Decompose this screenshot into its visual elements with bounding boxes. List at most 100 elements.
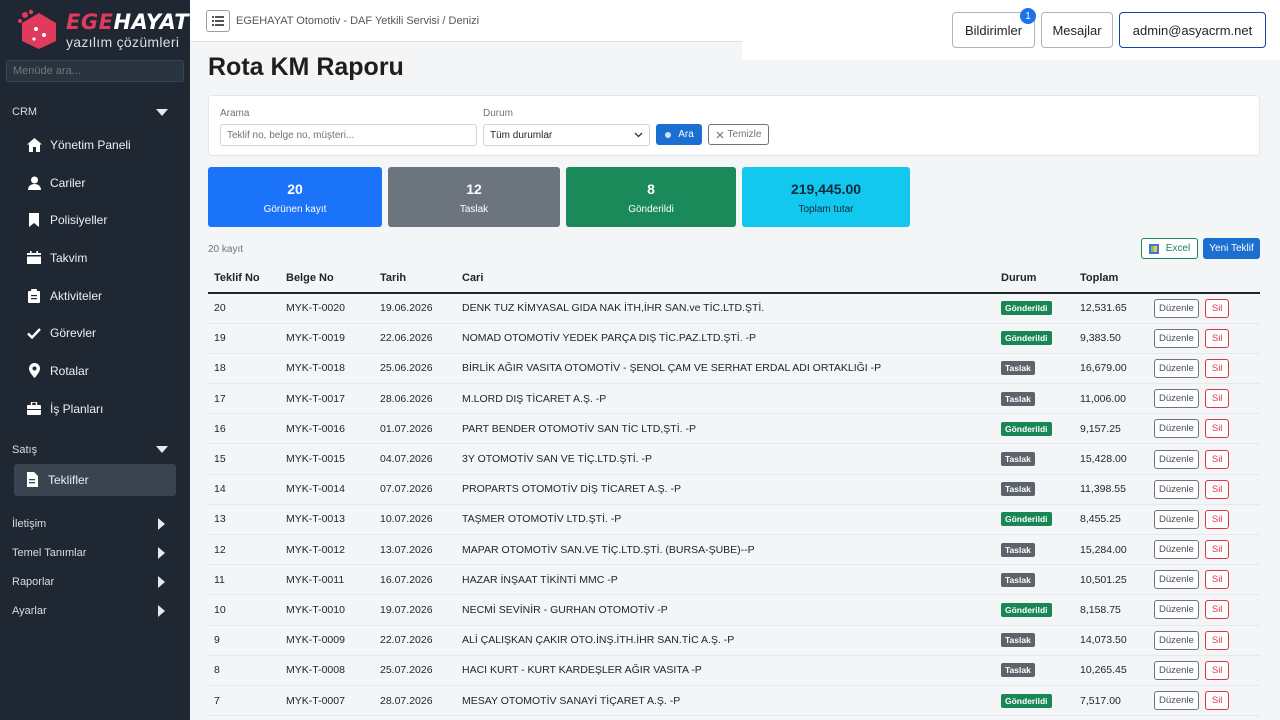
cell-actions: Düzenle Sil [1148,413,1260,445]
cell-durum: Gönderildi [995,594,1074,626]
section-crm[interactable]: CRM [0,98,190,126]
status-select[interactable]: Tüm durumlar [483,124,650,146]
edit-button[interactable]: Düzenle [1154,660,1199,680]
table-row[interactable]: 10 MYK-T-0010 19.07.2026 NECMİ SEVİNİR - GU… [208,594,1260,626]
delete-button[interactable]: Sil [1204,328,1230,348]
table-row[interactable]: 17 MYK-T-0017 28.06.2026 M.LORD DIŞ TİCARET… [208,383,1260,415]
delete-button[interactable]: Sil [1204,570,1230,590]
new-offer-button[interactable]: Yeni Teklif [1203,238,1260,259]
section-satis[interactable]: Satış [0,436,190,464]
delete-button[interactable]: Sil [1204,479,1230,499]
table-row[interactable]: 16 MYK-T-0016 01.07.2026 PART BENDER OTOMOT… [208,413,1260,445]
sidebar-item-1[interactable]: Yönetim Paneli [0,126,190,164]
user-menu-button[interactable]: admin@asyacrm.net [1119,12,1266,48]
section-ayarlar[interactable]: Ayarlar [0,597,190,625]
edit-button[interactable]: Düzenle [1154,328,1199,348]
section-iletisim[interactable]: İletişim [0,510,190,538]
cell-no: 13 [208,504,280,536]
sidebar-item-6[interactable]: Görevler [0,314,190,352]
table-row[interactable]: 13 MYK-T-0013 10.07.2026 TAŞMER OTOMOTİV LT… [208,504,1260,536]
record-count: 20 kayıt [208,244,244,255]
table-row[interactable]: 8 MYK-T-0008 25.07.2026 HACI KURT - KURT KA… [208,655,1260,686]
column-header[interactable]: Toplam [1074,264,1148,294]
menu-search-input[interactable] [6,60,184,82]
delete-button[interactable]: Sil [1204,449,1230,469]
delete-button[interactable]: Sil [1204,600,1230,620]
sidebar-item-3[interactable]: Polisiyeller [0,201,190,239]
edit-button[interactable]: Düzenle [1154,540,1199,560]
sidebar-item-8[interactable]: İş Planları [0,390,190,428]
table-row[interactable]: 20 MYK-T-0020 19.06.2026 DENK TUZ KİMYASAL … [208,293,1260,324]
status-badge: Taslak [1001,452,1035,467]
edit-button[interactable]: Düzenle [1154,691,1199,711]
column-header[interactable]: Teklif No [208,264,280,294]
sidebar-item-2[interactable]: Cariler [0,164,190,202]
search-button[interactable]: Ara [656,124,702,145]
logo-icon [16,9,62,51]
delete-button[interactable]: Sil [1204,358,1230,378]
messages-button[interactable]: Mesajlar [1041,12,1113,48]
edit-button[interactable]: Düzenle [1154,570,1199,590]
status-badge: Taslak [1001,572,1035,587]
delete-button[interactable]: Sil [1204,691,1230,711]
notifications-button[interactable]: Bildirimler 1 [952,8,1036,48]
cell-toplam: 7,517.00 [1074,685,1148,717]
table-row[interactable]: 19 MYK-T-0019 22.06.2026 NOMAD OTOMOTİV YED… [208,323,1260,354]
column-header[interactable]: Tarih [374,264,456,294]
stat-card-visible: 20 Görünen kayıt [208,167,382,227]
edit-button[interactable]: Düzenle [1154,600,1199,620]
clear-button[interactable]: Temizle [708,124,769,145]
brand-logo[interactable]: EGEHAYAT yazılım çözümleri [0,0,190,60]
table-row[interactable]: 7 MYK-T-0007 28.07.2026 MESAY OTOMOTİV SANA… [208,685,1260,717]
edit-button[interactable]: Düzenle [1154,630,1199,650]
topbar: EGEHAYAT Otomotiv - DAF Yetkili Servisi … [190,0,742,42]
cell-cari: NOMAD OTOMOTİV YEDEK PARÇA DIŞ TİC.PAZ.L… [456,323,995,354]
table-row[interactable]: 12 MYK-T-0012 13.07.2026 MAPAR OTOMOTİV SAN… [208,534,1260,566]
section-raporlar[interactable]: Raporlar [0,568,190,596]
edit-button[interactable]: Düzenle [1154,389,1199,409]
sidebar-item-teklifler[interactable]: Teklifler [14,463,176,496]
cell-no: 10 [208,594,280,626]
stat-value: 8 [647,181,655,197]
sidebar-item-5[interactable]: Aktiviteler [0,277,190,315]
stat-label: Taslak [459,204,489,215]
delete-button[interactable]: Sil [1204,630,1230,650]
cell-actions: Düzenle Sil [1148,594,1260,626]
cell-no: 8 [208,655,280,686]
delete-button[interactable]: Sil [1204,389,1230,409]
search-input[interactable]: Teklif no, belge no, müşteri... [220,124,477,146]
menu-toggle-button[interactable] [206,9,230,32]
column-header[interactable]: Cari [456,264,995,294]
stat-label: Görünen kayıt [263,204,327,215]
cell-durum: Taslak [995,383,1074,415]
sidebar-item-7[interactable]: Rotalar [0,352,190,390]
delete-button[interactable]: Sil [1204,660,1230,680]
column-header[interactable]: Belge No [280,264,374,294]
edit-button[interactable]: Düzenle [1154,358,1199,378]
sidebar-item-4[interactable]: Takvim [0,239,190,277]
delete-button[interactable]: Sil [1204,298,1230,318]
stat-card-sent: 8 Gönderildi [566,167,736,227]
table-row[interactable]: 11 MYK-T-0011 16.07.2026 HAZAR İNŞAAT TİKİN… [208,564,1260,596]
table-row[interactable]: 9 MYK-T-0009 22.07.2026 ALİ ÇALIŞKAN ÇAKIR … [208,625,1260,656]
table-row[interactable]: 18 MYK-T-0018 25.06.2026 BİRLİK AĞIR VASITA… [208,353,1260,385]
column-header [1148,264,1260,294]
cell-cari: 3Y OTOMOTİV SAN VE TİÇ.LTD.ŞTİ. -P [456,443,995,475]
edit-button[interactable]: Düzenle [1154,449,1199,469]
delete-button[interactable]: Sil [1204,419,1230,439]
table-row[interactable]: 15 MYK-T-0015 04.07.2026 3Y OTOMOTİV SAN VE… [208,443,1260,475]
cell-toplam: 10,265.45 [1074,655,1148,686]
status-badge: Taslak [1001,361,1035,376]
cell-belge: MYK-T-0010 [280,594,374,626]
edit-button[interactable]: Düzenle [1154,419,1199,439]
edit-button[interactable]: Düzenle [1154,509,1199,529]
cell-durum: Taslak [995,534,1074,566]
excel-export-button[interactable]: Excel [1141,238,1198,259]
column-header[interactable]: Durum [995,264,1074,294]
delete-button[interactable]: Sil [1204,540,1230,560]
edit-button[interactable]: Düzenle [1154,298,1199,318]
edit-button[interactable]: Düzenle [1154,479,1199,499]
section-temel-tanimlar[interactable]: Temel Tanımlar [0,539,190,567]
delete-button[interactable]: Sil [1204,509,1230,529]
table-row[interactable]: 14 MYK-T-0014 07.07.2026 PROPARTS OTOMOTİV … [208,474,1260,505]
